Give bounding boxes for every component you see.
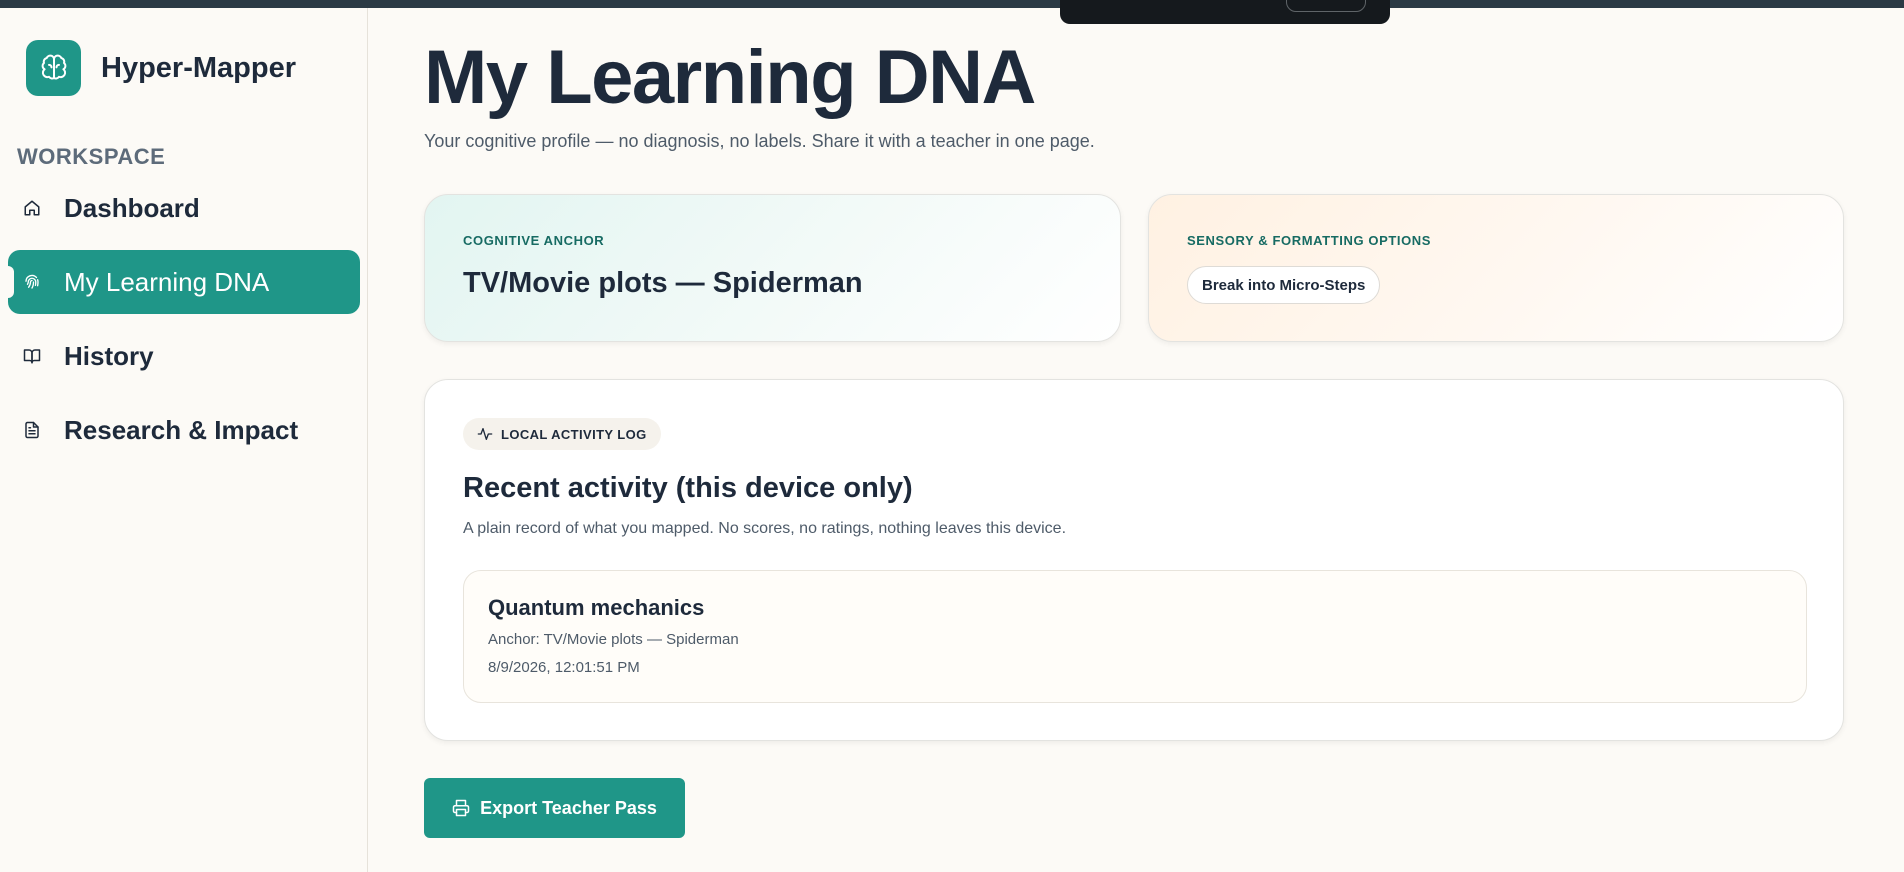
entry-timestamp: 8/9/2026, 12:01:51 PM [488,659,640,676]
export-teacher-pass-button[interactable]: Export Teacher Pass [424,778,685,838]
activity-title: Recent activity (this device only) [463,472,913,504]
activity-log-card: LOCAL ACTIVITY LOG Recent activity (this… [424,379,1844,741]
cognitive-anchor-card: COGNITIVE ANCHOR TV/Movie plots — Spider… [424,194,1121,342]
sidebar: Hyper-Mapper WORKSPACE Dashboard My Lear… [0,8,368,872]
fingerprint-icon [20,270,44,294]
list-item[interactable]: Quantum mechanics Anchor: TV/Movie plots… [463,570,1807,703]
window-top-bar [0,0,1904,8]
brain-icon [26,40,81,96]
sidebar-item-label: Dashboard [64,192,200,223]
activity-description: A plain record of what you mapped. No sc… [463,520,1067,537]
top-popup-button[interactable] [1286,0,1366,12]
workspace-section-label: WORKSPACE [17,144,166,169]
sidebar-item-label: Research & Impact [64,414,299,445]
printer-icon [452,799,470,817]
brand[interactable]: Hyper-Mapper [26,40,296,96]
sidebar-item-label: History [64,340,154,371]
top-popup-panel [1060,0,1390,24]
card-eyebrow: COGNITIVE ANCHOR [463,233,605,248]
app-name: Hyper-Mapper [101,51,296,84]
active-indicator [8,266,14,298]
book-open-icon [20,344,44,368]
entry-topic: Quantum mechanics [488,595,705,620]
sidebar-item-research-impact[interactable]: Research & Impact [8,398,360,462]
page-title: My Learning DNA [424,35,1036,120]
local-activity-log-pill: LOCAL ACTIVITY LOG [463,418,661,450]
sensory-formatting-card: SENSORY & FORMATTING OPTIONS Break into … [1148,194,1844,342]
home-icon [20,196,44,220]
sidebar-item-history[interactable]: History [8,324,360,388]
entry-anchor: Anchor: TV/Movie plots — Spiderman [488,631,739,648]
page-subtitle: Your cognitive profile — no diagnosis, n… [424,131,1095,151]
activity-pulse-icon [477,426,493,442]
card-eyebrow: SENSORY & FORMATTING OPTIONS [1187,233,1432,248]
sidebar-item-label: My Learning DNA [64,266,270,297]
sidebar-item-my-learning-dna[interactable]: My Learning DNA [8,250,360,314]
document-icon [20,418,44,442]
micro-steps-chip[interactable]: Break into Micro-Steps [1187,266,1381,304]
log-pill-label: LOCAL ACTIVITY LOG [501,426,647,442]
sidebar-item-dashboard[interactable]: Dashboard [8,176,360,240]
anchor-value: TV/Movie plots — Spiderman [463,267,863,299]
export-button-label: Export Teacher Pass [480,797,657,818]
